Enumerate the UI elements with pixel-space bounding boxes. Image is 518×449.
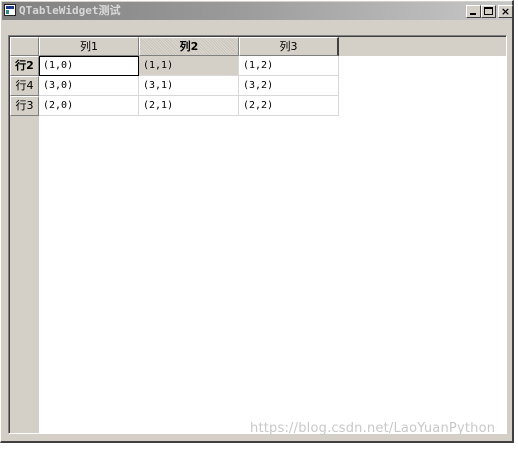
table-cell[interactable]: (3,1) (139, 76, 239, 96)
column-header-1[interactable]: 列1 (39, 37, 139, 56)
table-cell[interactable]: (2,2) (239, 96, 339, 116)
maximize-button[interactable] (481, 5, 496, 18)
row-header-1[interactable]: 行2 (10, 56, 39, 76)
window-title: QTableWidget测试 (19, 4, 121, 17)
row-header-2[interactable]: 行4 (10, 76, 39, 96)
maximize-icon (484, 7, 493, 15)
table-cell[interactable]: (2,1) (139, 96, 239, 116)
minimize-icon (470, 13, 476, 15)
table-cell[interactable]: (1,2) (239, 56, 339, 76)
column-header-2[interactable]: 列2 (139, 37, 239, 56)
close-icon: × (500, 5, 511, 18)
watermark-text: https://blog.csdn.net/LaoYuanPython (250, 421, 496, 436)
table-cell-selected[interactable]: (1,1) (139, 56, 239, 76)
minimize-button[interactable] (466, 5, 481, 18)
table-cell[interactable]: (3,0) (39, 76, 139, 96)
table-cell[interactable]: (3,2) (239, 76, 339, 96)
title-bar[interactable]: QTableWidget测试 × (2, 2, 513, 20)
app-icon[interactable] (4, 4, 16, 16)
corner-button[interactable] (10, 37, 39, 56)
main-window: QTableWidget测试 × 列1 列2 列3 行2 行4 行3 (1,0)… (0, 0, 514, 443)
current-cell-focus (39, 56, 139, 76)
row-header-3[interactable]: 行3 (10, 96, 39, 116)
close-button[interactable]: × (498, 5, 513, 18)
table-viewport[interactable]: 列1 列2 列3 行2 行4 行3 (1,0) (1,1) (1,2) (3,0… (9, 36, 506, 433)
table-cell[interactable]: (2,0) (39, 96, 139, 116)
column-header-3[interactable]: 列3 (239, 37, 339, 56)
table-widget[interactable]: 列1 列2 列3 行2 行4 行3 (1,0) (1,1) (1,2) (3,0… (8, 35, 507, 434)
